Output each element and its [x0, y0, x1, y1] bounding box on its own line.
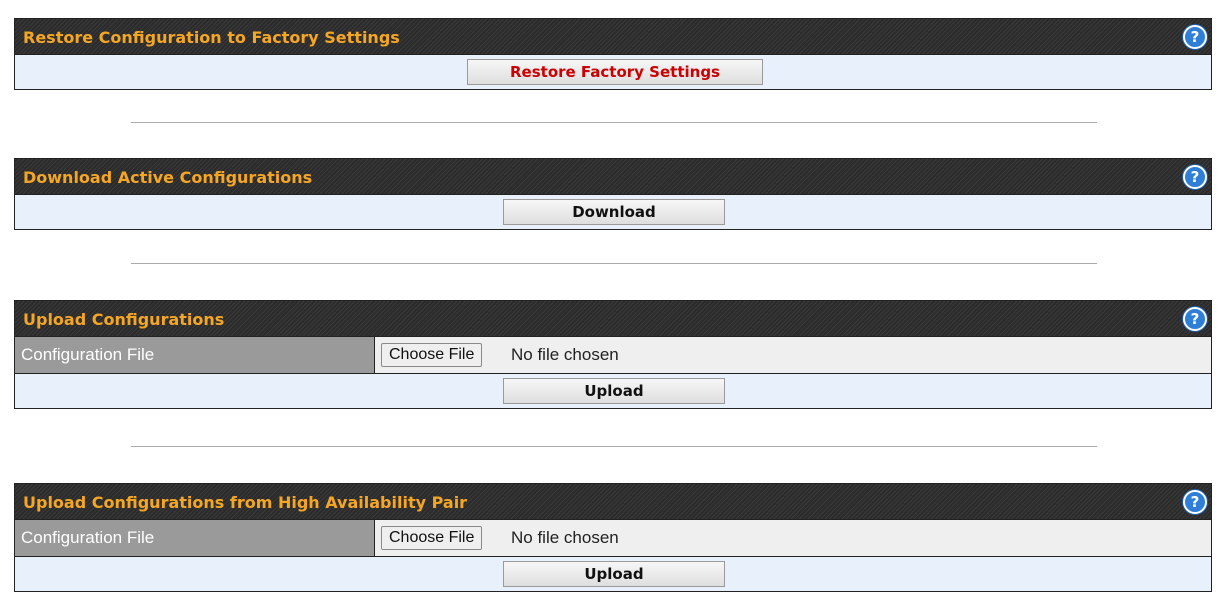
- restore-factory-row: Restore Factory Settings: [15, 55, 1211, 89]
- configuration-file-label: Configuration File: [15, 337, 375, 373]
- download-config-panel: Download Active Configurations ? Downloa…: [14, 158, 1212, 230]
- download-config-row: Download: [15, 195, 1211, 229]
- restore-factory-title: Restore Configuration to Factory Setting…: [23, 28, 400, 47]
- ha-choose-file-button[interactable]: Choose File: [381, 526, 483, 550]
- restore-factory-settings-button[interactable]: Restore Factory Settings: [467, 59, 763, 85]
- help-icon[interactable]: ?: [1183, 490, 1207, 514]
- ha-upload-button-row: Upload: [15, 556, 1211, 591]
- upload-ha-config-header: Upload Configurations from High Availabi…: [15, 484, 1211, 520]
- restore-factory-panel: Restore Configuration to Factory Setting…: [14, 18, 1212, 90]
- upload-button-row: Upload: [15, 373, 1211, 408]
- ha-file-status-text: No file chosen: [511, 528, 619, 547]
- upload-ha-config-title: Upload Configurations from High Availabi…: [23, 493, 468, 512]
- ha-upload-button[interactable]: Upload: [503, 561, 725, 587]
- upload-ha-config-panel: Upload Configurations from High Availabi…: [14, 483, 1212, 592]
- section-divider: [131, 122, 1097, 123]
- upload-config-panel: Upload Configurations ? Configuration Fi…: [14, 300, 1212, 409]
- download-button[interactable]: Download: [503, 199, 725, 225]
- upload-config-title: Upload Configurations: [23, 310, 225, 329]
- file-status-text: No file chosen: [511, 345, 619, 364]
- configuration-file-row: Configuration File Choose File No file c…: [15, 337, 1211, 373]
- ha-configuration-file-row: Configuration File Choose File No file c…: [15, 520, 1211, 556]
- ha-configuration-file-field: Choose File No file chosen: [375, 520, 1211, 556]
- download-config-title: Download Active Configurations: [23, 168, 313, 187]
- section-divider: [131, 446, 1097, 447]
- restore-factory-header: Restore Configuration to Factory Setting…: [15, 19, 1211, 55]
- help-icon[interactable]: ?: [1183, 25, 1207, 49]
- configuration-file-field: Choose File No file chosen: [375, 337, 1211, 373]
- section-divider: [131, 263, 1097, 264]
- help-icon[interactable]: ?: [1183, 165, 1207, 189]
- download-config-header: Download Active Configurations ?: [15, 159, 1211, 195]
- choose-file-button[interactable]: Choose File: [381, 343, 483, 367]
- upload-button[interactable]: Upload: [503, 378, 725, 404]
- upload-config-header: Upload Configurations ?: [15, 301, 1211, 337]
- help-icon[interactable]: ?: [1183, 307, 1207, 331]
- ha-configuration-file-label: Configuration File: [15, 520, 375, 556]
